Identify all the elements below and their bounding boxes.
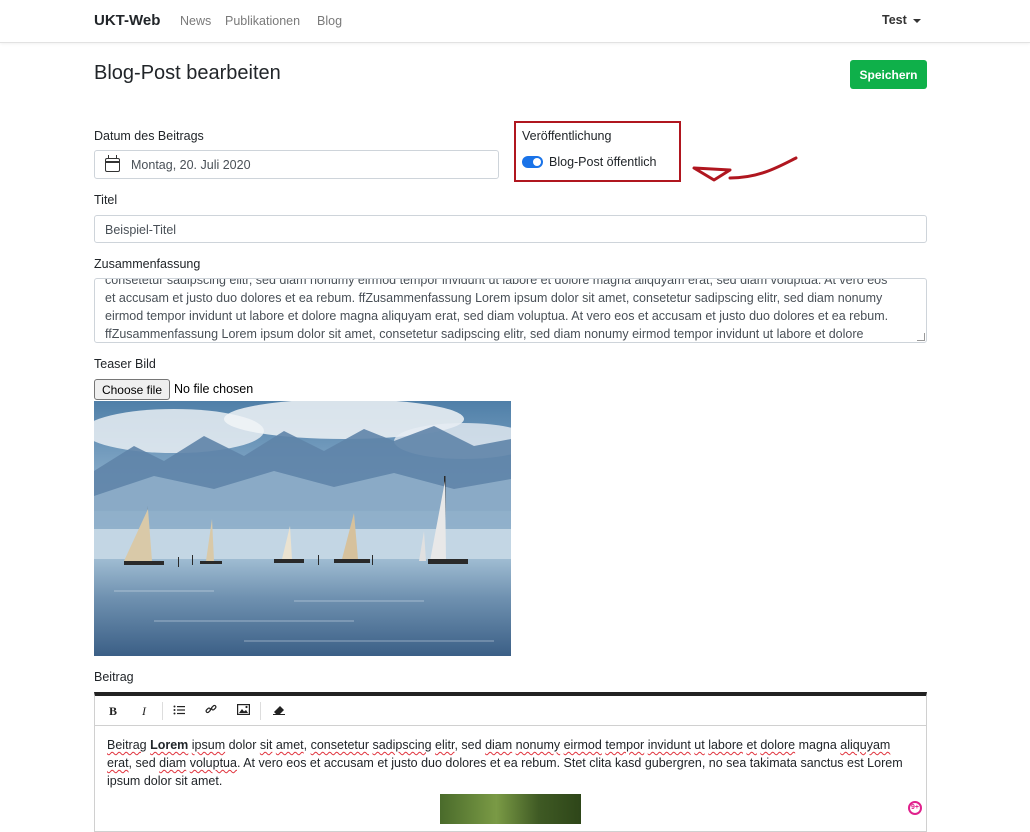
date-field[interactable]: Montag, 20. Juli 2020: [94, 150, 499, 179]
summary-line: ffZusammenfassung Lorem ipsum dolor sit …: [105, 327, 864, 341]
user-menu[interactable]: Test: [882, 13, 921, 27]
post-label: Beitrag: [94, 670, 134, 684]
nav-link-blog[interactable]: Blog: [317, 14, 342, 28]
user-name: Test: [882, 13, 907, 27]
publish-label: Veröffentlichung: [522, 129, 612, 143]
teaser-label: Teaser Bild: [94, 357, 156, 371]
toolbar-divider: [162, 702, 163, 720]
save-button[interactable]: Speichern: [850, 60, 927, 89]
toolbar-divider: [260, 702, 261, 720]
italic-icon[interactable]: I: [130, 696, 158, 726]
brand-logo[interactable]: UKT-Web: [94, 12, 160, 29]
summary-line: consetetur sadipscing elitr, sed diam no…: [105, 278, 888, 287]
publish-toggle[interactable]: [522, 156, 543, 168]
publish-toggle-label[interactable]: Blog-Post öffentlich: [549, 155, 656, 169]
nav-link-news[interactable]: News: [180, 14, 211, 28]
title-label: Titel: [94, 193, 118, 207]
editor-toolbar: B I: [95, 696, 926, 726]
caret-down-icon: [912, 18, 921, 23]
image-icon[interactable]: [229, 696, 257, 726]
title-value: Beispiel-Titel: [105, 223, 177, 237]
link-icon[interactable]: [197, 696, 225, 726]
navbar: UKT-Web News Publikationen Blog Test: [0, 0, 1030, 43]
nav-link-publikationen[interactable]: Publikationen: [225, 14, 300, 28]
summary-textarea[interactable]: consetetur sadipscing elitr, sed diam no…: [94, 278, 927, 343]
grammar-counter-badge[interactable]: 9+: [908, 801, 922, 815]
bold-icon[interactable]: B: [99, 696, 127, 726]
editor-content[interactable]: Beitrag Lorem ipsum dolor sit amet, cons…: [95, 726, 926, 800]
summary-line: et accusam et justo duo dolores et ea re…: [105, 291, 883, 305]
choose-file-button[interactable]: Choose file: [94, 379, 170, 400]
teaser-image: [94, 401, 511, 656]
list-icon[interactable]: [165, 696, 193, 726]
file-status: No file chosen: [174, 382, 254, 396]
date-value: Montag, 20. Juli 2020: [131, 158, 251, 172]
summary-line: eirmod tempor invidunt ut labore et dolo…: [105, 309, 889, 323]
page-title: Blog-Post bearbeiten: [94, 62, 281, 84]
resize-handle-icon[interactable]: [917, 333, 925, 341]
annotation-arrow-icon: [692, 156, 798, 182]
title-input[interactable]: Beispiel-Titel: [94, 215, 927, 243]
date-label: Datum des Beitrags: [94, 129, 204, 143]
summary-label: Zusammenfassung: [94, 257, 201, 271]
editor-inline-image: [440, 794, 581, 824]
eraser-icon[interactable]: [265, 696, 293, 726]
calendar-icon: [105, 155, 120, 172]
